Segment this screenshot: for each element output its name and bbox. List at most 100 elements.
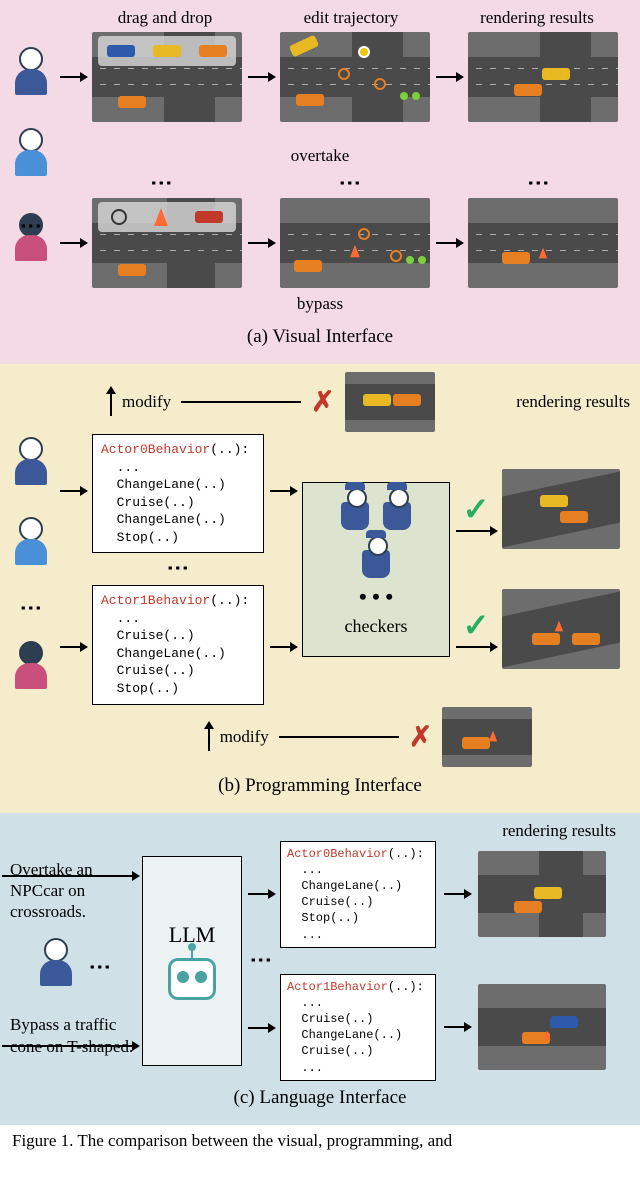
scene-drag-drop-2[interactable] <box>92 198 242 288</box>
code-actor0: Actor0Behavior(..): ... ChangeLane(..) C… <box>280 841 436 948</box>
scene-render-c2 <box>478 984 606 1070</box>
modify-top: modify ✗ rendering results <box>110 372 630 432</box>
vdots-icon: ⋮ <box>250 949 272 973</box>
waypoint-icon[interactable] <box>358 46 370 58</box>
header-rendering-results: rendering results <box>10 821 630 841</box>
reject-icon: ✗ <box>311 385 334 419</box>
arrow-down-icon <box>208 723 210 751</box>
checkers-box: • • • checkers <box>302 482 450 657</box>
arrow-up-icon <box>110 388 112 416</box>
car-icon <box>363 394 391 406</box>
waypoint-icon[interactable] <box>358 228 370 240</box>
vdots-icon: ⋮ <box>528 172 550 196</box>
worker-icon <box>383 502 411 530</box>
input-col: Overtake an NPCcar on crossroads. ⋮ Bypa… <box>10 859 136 1063</box>
avatar-user1 <box>10 437 52 497</box>
car-icon[interactable] <box>153 45 181 57</box>
code-actor0[interactable]: Actor0Behavior(..): ... ChangeLane(..) C… <box>92 434 264 553</box>
code-fn: Actor0Behavior <box>287 847 388 861</box>
vdots-icon: ⋮ <box>89 956 111 980</box>
modify-bottom: modify ✗ <box>110 707 630 767</box>
scene-render-1 <box>468 32 618 122</box>
car-ego <box>294 260 322 272</box>
bike-icon[interactable] <box>111 209 127 225</box>
output-col: Actor0Behavior(..): ... ChangeLane(..) C… <box>280 841 606 1081</box>
scene-render-b2 <box>502 589 620 669</box>
car-icon <box>514 901 542 913</box>
text-input-2[interactable]: Bypass a traffic cone on T-shaped. <box>10 1014 136 1057</box>
code-actor1[interactable]: Actor1Behavior(..): ... Cruise(..) Chang… <box>92 585 264 704</box>
waypoint-icon <box>400 92 408 100</box>
arrow-icon <box>456 646 496 648</box>
vdots-icon: ⋮ <box>167 557 189 581</box>
arrow-icon <box>248 893 274 895</box>
asset-tray[interactable] <box>98 36 236 66</box>
avatar-user <box>35 938 77 998</box>
arrow-icon <box>436 76 462 78</box>
avatar-user3 <box>10 641 52 701</box>
car-ego <box>118 264 146 276</box>
panel-programming-interface: modify ✗ rendering results ⋮ Actor0Behav… <box>0 364 640 813</box>
panel-a-headers: drag and drop edit trajectory rendering … <box>72 8 630 28</box>
waypoint-icon <box>412 92 420 100</box>
car-icon <box>502 252 530 264</box>
arrows-col: ⋮ <box>248 893 274 1029</box>
waypoint-icon <box>406 256 414 264</box>
arrow-icon <box>444 1026 470 1028</box>
car-ego <box>296 94 324 106</box>
scene-reject-1 <box>345 372 435 432</box>
vdots-row: ⋮ ⋮ ⋮ <box>70 172 630 196</box>
arrow-icon <box>456 530 496 532</box>
cone-icon[interactable] <box>154 208 168 226</box>
arrow-icon <box>60 646 86 648</box>
car-icon <box>572 633 600 645</box>
label-bypass: bypass <box>10 294 630 314</box>
cone-icon <box>350 245 360 258</box>
car-icon <box>542 68 570 80</box>
arrow-icon <box>444 893 470 895</box>
header-edit-trajectory: edit trajectory <box>258 8 444 28</box>
vdots-icon: ⋮ <box>20 597 42 621</box>
arrow-icon <box>60 76 86 78</box>
waypoint-icon[interactable] <box>390 250 402 262</box>
scene-edit-trajectory-1[interactable] <box>280 32 430 122</box>
car-icon[interactable] <box>107 45 135 57</box>
scene-drag-drop-1[interactable] <box>92 32 242 122</box>
avatar-user2 <box>10 128 52 188</box>
arrows-col <box>60 490 86 648</box>
cone-icon <box>489 730 497 741</box>
panel-c-main: Overtake an NPCcar on crossroads. ⋮ Bypa… <box>10 841 630 1081</box>
arrow-icon <box>270 646 296 648</box>
cone-icon <box>544 1031 551 1040</box>
avatar-user2 <box>10 517 52 577</box>
car-icon <box>550 1016 578 1028</box>
dots-icon: • • • <box>359 584 393 610</box>
car-icon[interactable] <box>195 211 223 223</box>
text-input-1[interactable]: Overtake an NPCcar on crossroads. <box>10 859 136 923</box>
label-modify: modify <box>220 727 269 747</box>
car-icon <box>534 887 562 899</box>
code-fn: Actor0Behavior <box>101 442 210 457</box>
arrow-icon <box>248 76 274 78</box>
panel-a-row2 <box>10 198 630 288</box>
scene-render-c1 <box>478 851 606 937</box>
cone-icon <box>555 621 563 632</box>
arrow-icon <box>270 490 296 492</box>
reject-icon: ✗ <box>409 720 432 754</box>
code-col: Actor0Behavior(..): ... ChangeLane(..) C… <box>92 434 264 705</box>
waypoint-icon[interactable] <box>338 68 350 80</box>
asset-tray[interactable] <box>98 202 236 232</box>
car-icon[interactable] <box>199 45 227 57</box>
scene-render-2 <box>468 198 618 288</box>
car-icon <box>462 737 490 749</box>
render-col <box>502 469 620 669</box>
waypoint-icon[interactable] <box>374 78 386 90</box>
avatar-column: ⋮ <box>10 437 52 701</box>
arrow-icon <box>2 875 138 877</box>
car-icon <box>560 511 588 523</box>
avatar-column <box>10 47 52 107</box>
header-rendering-results: rendering results <box>516 392 630 412</box>
caption-b: (b) Programming Interface <box>10 769 630 809</box>
scene-edit-trajectory-2[interactable] <box>280 198 430 288</box>
arrow-icon <box>248 242 274 244</box>
